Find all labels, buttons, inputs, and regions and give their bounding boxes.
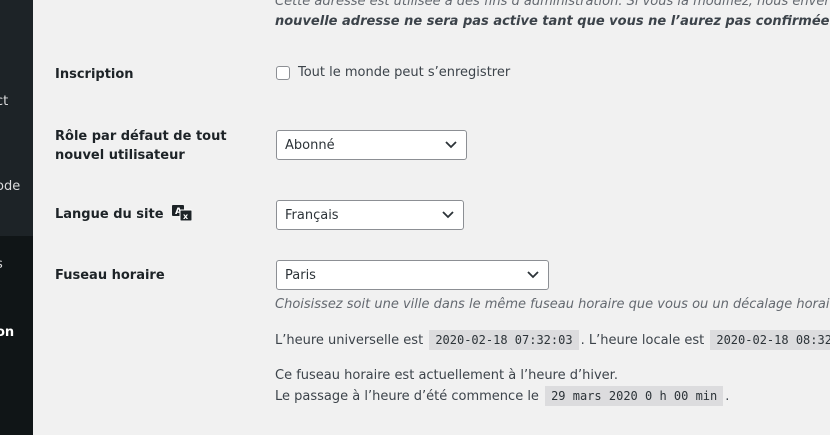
- site-language-value: Français: [285, 207, 339, 223]
- email-description: Cette adresse est utilisée à des fins d’…: [275, 0, 830, 32]
- chevron-down-icon: [527, 271, 539, 279]
- email-description-line2: nouvelle adresse ne sera pas active tant…: [275, 14, 830, 29]
- sidebar-item-2[interactable]: ode: [0, 179, 20, 194]
- sidebar-item-1[interactable]: ct: [0, 94, 8, 109]
- chevron-down-icon: [445, 141, 457, 149]
- timezone-value: Paris: [285, 267, 316, 283]
- local-time-prefix: . L’heure locale est: [580, 333, 705, 348]
- default-role-label: Rôle par défaut de tout nouvel utilisate…: [55, 129, 227, 163]
- translate-icon: A x: [172, 205, 193, 221]
- site-language-label-row: Langue du site A x: [55, 205, 193, 224]
- timezone-label: Fuseau horaire: [55, 268, 165, 283]
- membership-checkbox[interactable]: [276, 65, 290, 80]
- dst-date-value: 29 mars 2020 0 h 00 min: [545, 386, 724, 406]
- timezone-description: Choisissez soit une ville dans le même f…: [275, 297, 830, 312]
- utc-time-value: 2020-02-18 07:32:03: [429, 330, 579, 350]
- time-readout: L’heure universelle est 2020-02-18 07:32…: [275, 330, 830, 351]
- utc-time-prefix: L’heure universelle est: [275, 333, 424, 348]
- sidebar-item-4[interactable]: on: [0, 325, 14, 340]
- default-role-select[interactable]: Abonné: [276, 130, 467, 160]
- membership-label: Inscription: [55, 67, 134, 82]
- timezone-select[interactable]: Paris: [276, 260, 549, 290]
- chevron-down-icon: [442, 211, 454, 219]
- site-language-label: Langue du site: [55, 207, 164, 222]
- membership-option[interactable]: Tout le monde peut s’enregistrer: [276, 65, 510, 80]
- email-description-line1: Cette adresse est utilisée à des fins d’…: [275, 0, 830, 9]
- dst-suffix: .: [725, 389, 730, 404]
- settings-form: Cette adresse est utilisée à des fins d’…: [33, 0, 830, 435]
- admin-sidebar: ct ode s on: [0, 0, 33, 435]
- dst-prefix: Le passage à l’heure d’été commence le: [275, 389, 539, 404]
- svg-text:x: x: [183, 212, 189, 221]
- dst-info-line1: Ce fuseau horaire est actuellement à l’h…: [275, 368, 618, 383]
- dst-info-line2: Le passage à l’heure d’été commence le 2…: [275, 386, 729, 407]
- membership-checkbox-label[interactable]: Tout le monde peut s’enregistrer: [298, 65, 510, 80]
- site-language-select[interactable]: Français: [276, 200, 464, 230]
- default-role-value: Abonné: [285, 137, 335, 153]
- sidebar-item-3[interactable]: s: [0, 257, 3, 272]
- local-time-value: 2020-02-18 08:32:03: [710, 330, 830, 350]
